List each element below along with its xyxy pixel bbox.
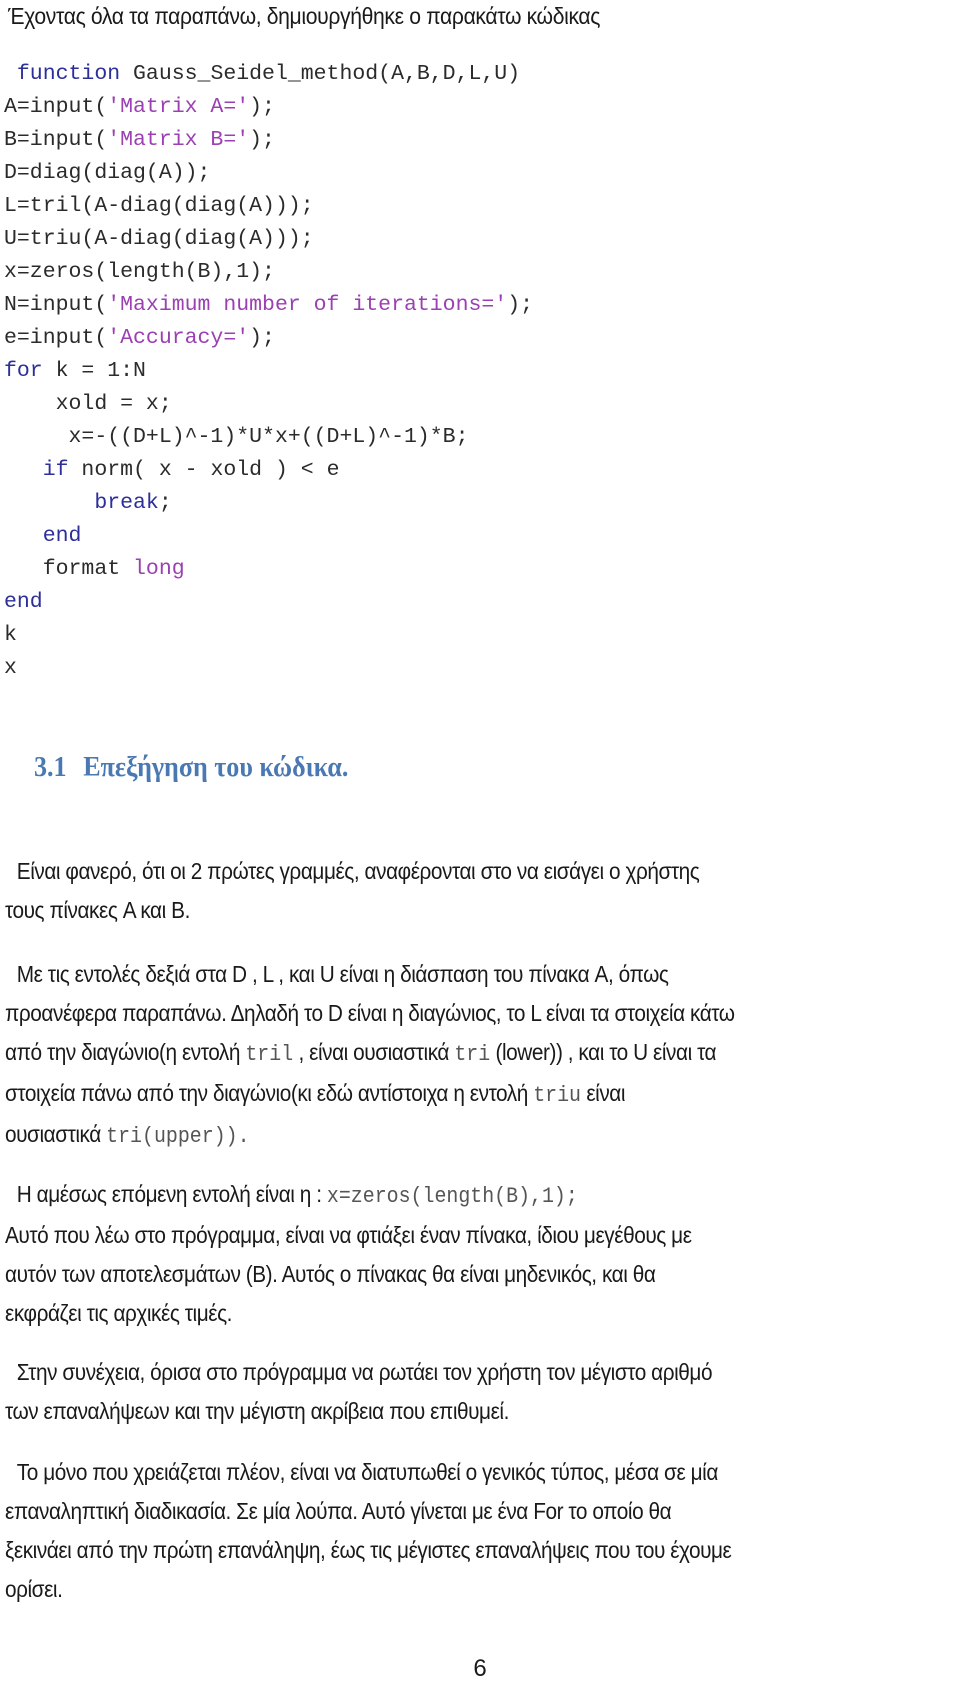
text: από την διαγώνιο(η εντολή xyxy=(5,1039,246,1065)
code-text: ); xyxy=(249,95,275,119)
code-line: x xyxy=(4,652,533,685)
section-heading: 3.1 Επεξήγηση του κώδικα. xyxy=(34,752,348,784)
code-line: U=triu(A-diag(diag(A))); xyxy=(4,223,533,256)
text: Στην συνέχεια, όρισα στο πρόγραμμα να ρω… xyxy=(16,1359,713,1385)
paragraph-2: Με τις εντολές δεξιά στα D , L , και U ε… xyxy=(5,955,937,1156)
text: τους πίνακες A και B. xyxy=(5,897,190,923)
text: των επαναλήψεων και την μέγιστη ακρίβεια… xyxy=(5,1398,509,1424)
code-keyword: end xyxy=(4,590,43,614)
code-text: e=input( xyxy=(4,326,108,350)
text: Η αμέσως επόμενη εντολή είναι η : xyxy=(16,1181,327,1207)
text: Αυτό που λέω στο πρόγραμμα, είναι να φτι… xyxy=(5,1222,692,1248)
code-text: k xyxy=(4,623,17,647)
text: στοιχεία πάνω από την διαγώνιο(κι εδώ αν… xyxy=(5,1080,534,1106)
code-string: 'Matrix B=' xyxy=(107,128,250,152)
code-text: ); xyxy=(249,326,275,350)
code-text: k = 1:N xyxy=(42,359,146,383)
code-text: xold = x; xyxy=(4,392,172,416)
page-number: 6 xyxy=(473,1655,487,1682)
code-line: break; xyxy=(4,487,533,520)
code-text: x xyxy=(4,656,17,680)
code-keyword: break xyxy=(94,491,159,515)
code-string: 'Maximum number of iterations=' xyxy=(107,293,508,317)
code-keyword: if xyxy=(42,458,69,482)
code-string: 'Matrix A=' xyxy=(107,95,250,119)
code-text: A=input( xyxy=(4,95,108,119)
text: επαναληπτική διαδικασία. Σε μία λούπα. Α… xyxy=(5,1498,672,1524)
code-line: e=input('Accuracy='); xyxy=(4,322,533,355)
code-text: U=triu(A-diag(diag(A))); xyxy=(4,227,314,251)
code-line: B=input('Matrix B='); xyxy=(4,124,533,157)
code-text: x=-((D+L)^-1)*U*x+((D+L)^-1)*B; xyxy=(4,425,469,449)
text: είναι xyxy=(580,1080,626,1106)
code-text: norm( x - xold ) < e xyxy=(68,458,340,482)
code-line: x=zeros(length(B),1); xyxy=(4,256,533,289)
code-keyword: for xyxy=(4,359,43,383)
inline-code: tri(upper)). xyxy=(106,1124,250,1149)
text: , είναι ουσιαστικά xyxy=(293,1039,455,1065)
text: Με τις εντολές δεξιά στα D , L , και U ε… xyxy=(16,961,669,987)
code-string: 'Accuracy=' xyxy=(107,326,250,350)
text: εκφράζει τις αρχικές τιμές. xyxy=(5,1300,232,1326)
section-title: Επεξήγηση του κώδικα. xyxy=(83,752,349,783)
code-text: x=zeros(length(B),1); xyxy=(4,260,275,284)
text: αυτόν των αποτελεσμάτων (B). Αυτός ο πίν… xyxy=(5,1261,656,1287)
code-text: format xyxy=(4,557,134,581)
code-line: x=-((D+L)^-1)*U*x+((D+L)^-1)*B; xyxy=(4,421,533,454)
text: ουσιαστικά xyxy=(5,1121,107,1147)
inline-code: x=zeros(length(B),1); xyxy=(326,1184,578,1209)
code-line: function Gauss_Seidel_method(A,B,D,L,U) xyxy=(4,58,533,91)
code-line: end xyxy=(4,520,533,553)
code-line: N=input('Maximum number of iterations=')… xyxy=(4,289,533,322)
code-block: function Gauss_Seidel_method(A,B,D,L,U) A… xyxy=(4,58,533,685)
paragraph-4: Στην συνέχεια, όρισα στο πρόγραμμα να ρω… xyxy=(5,1353,937,1431)
code-keyword: end xyxy=(42,524,82,548)
code-line: xold = x; xyxy=(4,388,533,421)
inline-code: tril xyxy=(245,1042,294,1067)
text: Είναι φανερό, ότι οι 2 πρώτες γραμμές, α… xyxy=(16,858,700,884)
code-line: for k = 1:N xyxy=(4,355,533,388)
code-text: ); xyxy=(249,128,275,152)
code-line: format long xyxy=(4,553,533,586)
inline-code: triu xyxy=(533,1083,581,1108)
text: Το μόνο που χρειάζεται πλέον, είναι να δ… xyxy=(16,1459,719,1485)
text: (lower)) , και το U είναι τα xyxy=(490,1039,717,1065)
code-text: L=tril(A-diag(diag(A))); xyxy=(4,194,314,218)
inline-code: tri xyxy=(454,1042,491,1067)
paragraph-5: Το μόνο που χρειάζεται πλέον, είναι να δ… xyxy=(5,1453,937,1609)
code-text: Gauss_Seidel_method(A,B,D,L,U) xyxy=(120,62,521,86)
text: ορίσει. xyxy=(5,1576,63,1602)
code-line: if norm( x - xold ) < e xyxy=(4,454,533,487)
code-text: N=input( xyxy=(4,293,108,317)
code-text: D=diag(diag(A)); xyxy=(4,161,211,185)
code-keyword: function xyxy=(16,62,121,86)
code-line: D=diag(diag(A)); xyxy=(4,157,533,190)
code-line: L=tril(A-diag(diag(A))); xyxy=(4,190,533,223)
section-number: 3.1 xyxy=(34,752,67,783)
code-string: long xyxy=(133,557,185,581)
code-line: A=input('Matrix A='); xyxy=(4,91,533,124)
paragraph-3: Η αμέσως επόμενη εντολή είναι η : x=zero… xyxy=(5,1175,937,1333)
text: ξεκινάει από την πρώτη επανάληψη, έως τι… xyxy=(5,1537,732,1563)
code-text: B=input( xyxy=(4,128,108,152)
paragraph-1: Είναι φανερό, ότι οι 2 πρώτες γραμμές, α… xyxy=(5,852,937,930)
code-text: ); xyxy=(507,293,533,317)
code-text: ; xyxy=(158,491,172,515)
text: προανέφερα παραπάνω. Δηλαδή το D είναι η… xyxy=(5,1000,735,1026)
intro-text: Έχοντας όλα τα παραπάνω, δημιουργήθηκε ο… xyxy=(8,3,601,29)
code-line: end xyxy=(4,586,533,619)
code-line: k xyxy=(4,619,533,652)
